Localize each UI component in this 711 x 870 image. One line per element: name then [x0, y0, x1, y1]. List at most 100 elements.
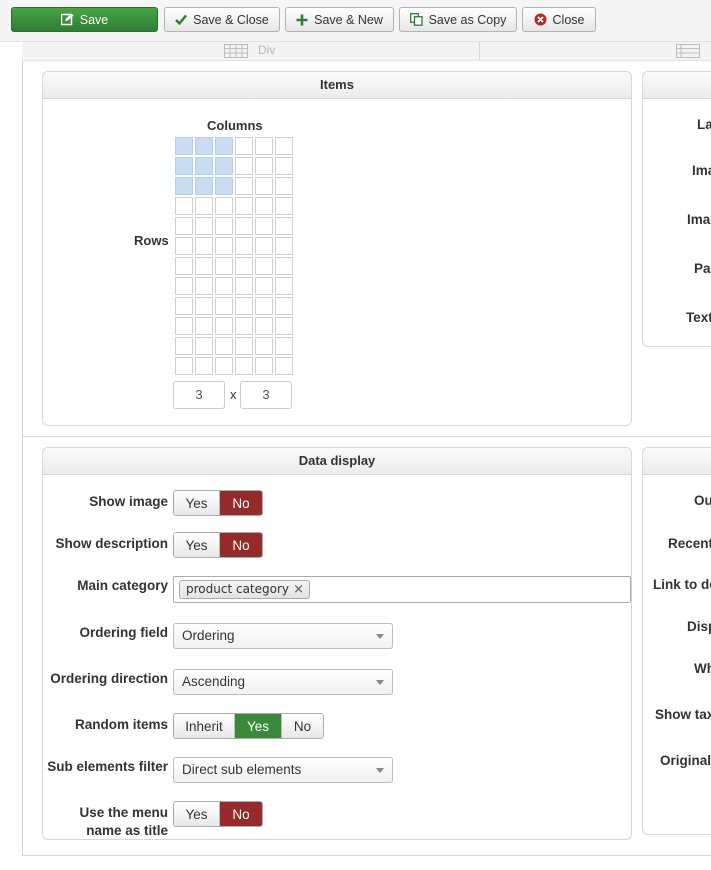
show-image-yes[interactable]: Yes	[174, 491, 220, 515]
grid-cell[interactable]	[235, 217, 253, 235]
grid-cell[interactable]	[235, 237, 253, 255]
grid-cell[interactable]	[255, 277, 273, 295]
grid-cell[interactable]	[235, 257, 253, 275]
grid-cell[interactable]	[275, 197, 293, 215]
grid-cell[interactable]	[215, 237, 233, 255]
grid-cell[interactable]	[215, 197, 233, 215]
grid-cell[interactable]	[255, 337, 273, 355]
grid-cell[interactable]	[275, 357, 293, 375]
grid-cell[interactable]	[255, 217, 273, 235]
grid-cell[interactable]	[195, 337, 213, 355]
random-items-no[interactable]: No	[282, 714, 323, 738]
grid-cell[interactable]	[275, 257, 293, 275]
grid-cell[interactable]	[215, 157, 233, 175]
grid-cell[interactable]	[215, 337, 233, 355]
grid-cell[interactable]	[175, 317, 193, 335]
columns-count-input[interactable]: 3	[240, 381, 292, 409]
grid-cell[interactable]	[255, 297, 273, 315]
grid-cell[interactable]	[255, 177, 273, 195]
random-items-yes[interactable]: Yes	[235, 714, 282, 738]
show-description-no[interactable]: No	[220, 533, 262, 557]
grid-cell[interactable]	[195, 257, 213, 275]
rows-count-input[interactable]: 3	[173, 381, 225, 409]
grid-cell[interactable]	[215, 137, 233, 155]
grid-cell[interactable]	[235, 317, 253, 335]
grid-cell[interactable]	[195, 317, 213, 335]
grid-cell[interactable]	[195, 197, 213, 215]
show-description-toggle[interactable]: Yes No	[173, 532, 263, 558]
grid-cell[interactable]	[235, 197, 253, 215]
save-copy-button[interactable]: Save as Copy	[399, 7, 517, 32]
grid-cell[interactable]	[175, 297, 193, 315]
main-category-input[interactable]: product category ×	[173, 576, 631, 603]
close-button[interactable]: Close	[522, 7, 596, 32]
show-image-toggle[interactable]: Yes No	[173, 490, 263, 516]
grid-cell[interactable]	[175, 217, 193, 235]
grid-cell[interactable]	[275, 337, 293, 355]
grid-cell[interactable]	[275, 157, 293, 175]
grid-cell[interactable]	[195, 357, 213, 375]
save-button[interactable]: Save	[11, 7, 158, 32]
grid-cell[interactable]	[175, 257, 193, 275]
grid-cell[interactable]	[195, 237, 213, 255]
grid-layout-icon	[224, 44, 248, 58]
grid-cell[interactable]	[215, 277, 233, 295]
use-menu-name-toggle[interactable]: Yes No	[173, 801, 263, 827]
show-image-no[interactable]: No	[220, 491, 262, 515]
grid-cell[interactable]	[175, 337, 193, 355]
grid-cell[interactable]	[235, 337, 253, 355]
grid-cell[interactable]	[195, 217, 213, 235]
save-close-button[interactable]: Save & Close	[164, 7, 280, 32]
grid-cell[interactable]	[195, 137, 213, 155]
grid-cell[interactable]	[255, 157, 273, 175]
grid-cell[interactable]	[195, 177, 213, 195]
random-items-inherit[interactable]: Inherit	[174, 714, 235, 738]
grid-cell[interactable]	[235, 137, 253, 155]
grid-cell[interactable]	[275, 297, 293, 315]
grid-cell[interactable]	[215, 177, 233, 195]
grid-cell[interactable]	[255, 197, 273, 215]
grid-cell[interactable]	[275, 137, 293, 155]
grid-cell[interactable]	[275, 317, 293, 335]
remove-tag-icon[interactable]: ×	[293, 581, 304, 598]
use-menu-name-yes[interactable]: Yes	[174, 802, 220, 826]
grid-cell[interactable]	[275, 177, 293, 195]
grid-cell[interactable]	[215, 357, 233, 375]
sub-elements-filter-select[interactable]: Direct sub elements	[173, 757, 393, 783]
items-grid-selector[interactable]	[175, 137, 295, 377]
grid-cell[interactable]	[275, 277, 293, 295]
grid-cell[interactable]	[175, 357, 193, 375]
grid-cell[interactable]	[235, 277, 253, 295]
grid-cell[interactable]	[195, 277, 213, 295]
grid-cell[interactable]	[275, 237, 293, 255]
grid-cell[interactable]	[175, 157, 193, 175]
grid-cell[interactable]	[215, 257, 233, 275]
grid-cell[interactable]	[175, 177, 193, 195]
grid-cell[interactable]	[235, 157, 253, 175]
grid-cell[interactable]	[215, 297, 233, 315]
grid-cell[interactable]	[255, 137, 273, 155]
grid-cell[interactable]	[235, 357, 253, 375]
grid-cell[interactable]	[195, 297, 213, 315]
grid-cell[interactable]	[255, 237, 273, 255]
random-items-toggle[interactable]: Inherit Yes No	[173, 713, 324, 739]
grid-cell[interactable]	[175, 137, 193, 155]
grid-cell[interactable]	[235, 177, 253, 195]
right-label: Ou	[694, 493, 711, 508]
grid-cell[interactable]	[235, 297, 253, 315]
ordering-direction-select[interactable]: Ascending	[173, 669, 393, 695]
grid-cell[interactable]	[255, 317, 273, 335]
grid-cell[interactable]	[195, 157, 213, 175]
grid-cell[interactable]	[275, 217, 293, 235]
grid-cell[interactable]	[175, 197, 193, 215]
ordering-field-select[interactable]: Ordering	[173, 623, 393, 649]
save-new-button[interactable]: Save & New	[285, 7, 394, 32]
grid-cell[interactable]	[175, 277, 193, 295]
grid-cell[interactable]	[215, 217, 233, 235]
use-menu-name-no[interactable]: No	[220, 802, 262, 826]
grid-cell[interactable]	[175, 237, 193, 255]
grid-cell[interactable]	[255, 357, 273, 375]
grid-cell[interactable]	[215, 317, 233, 335]
grid-cell[interactable]	[255, 257, 273, 275]
show-description-yes[interactable]: Yes	[174, 533, 220, 557]
